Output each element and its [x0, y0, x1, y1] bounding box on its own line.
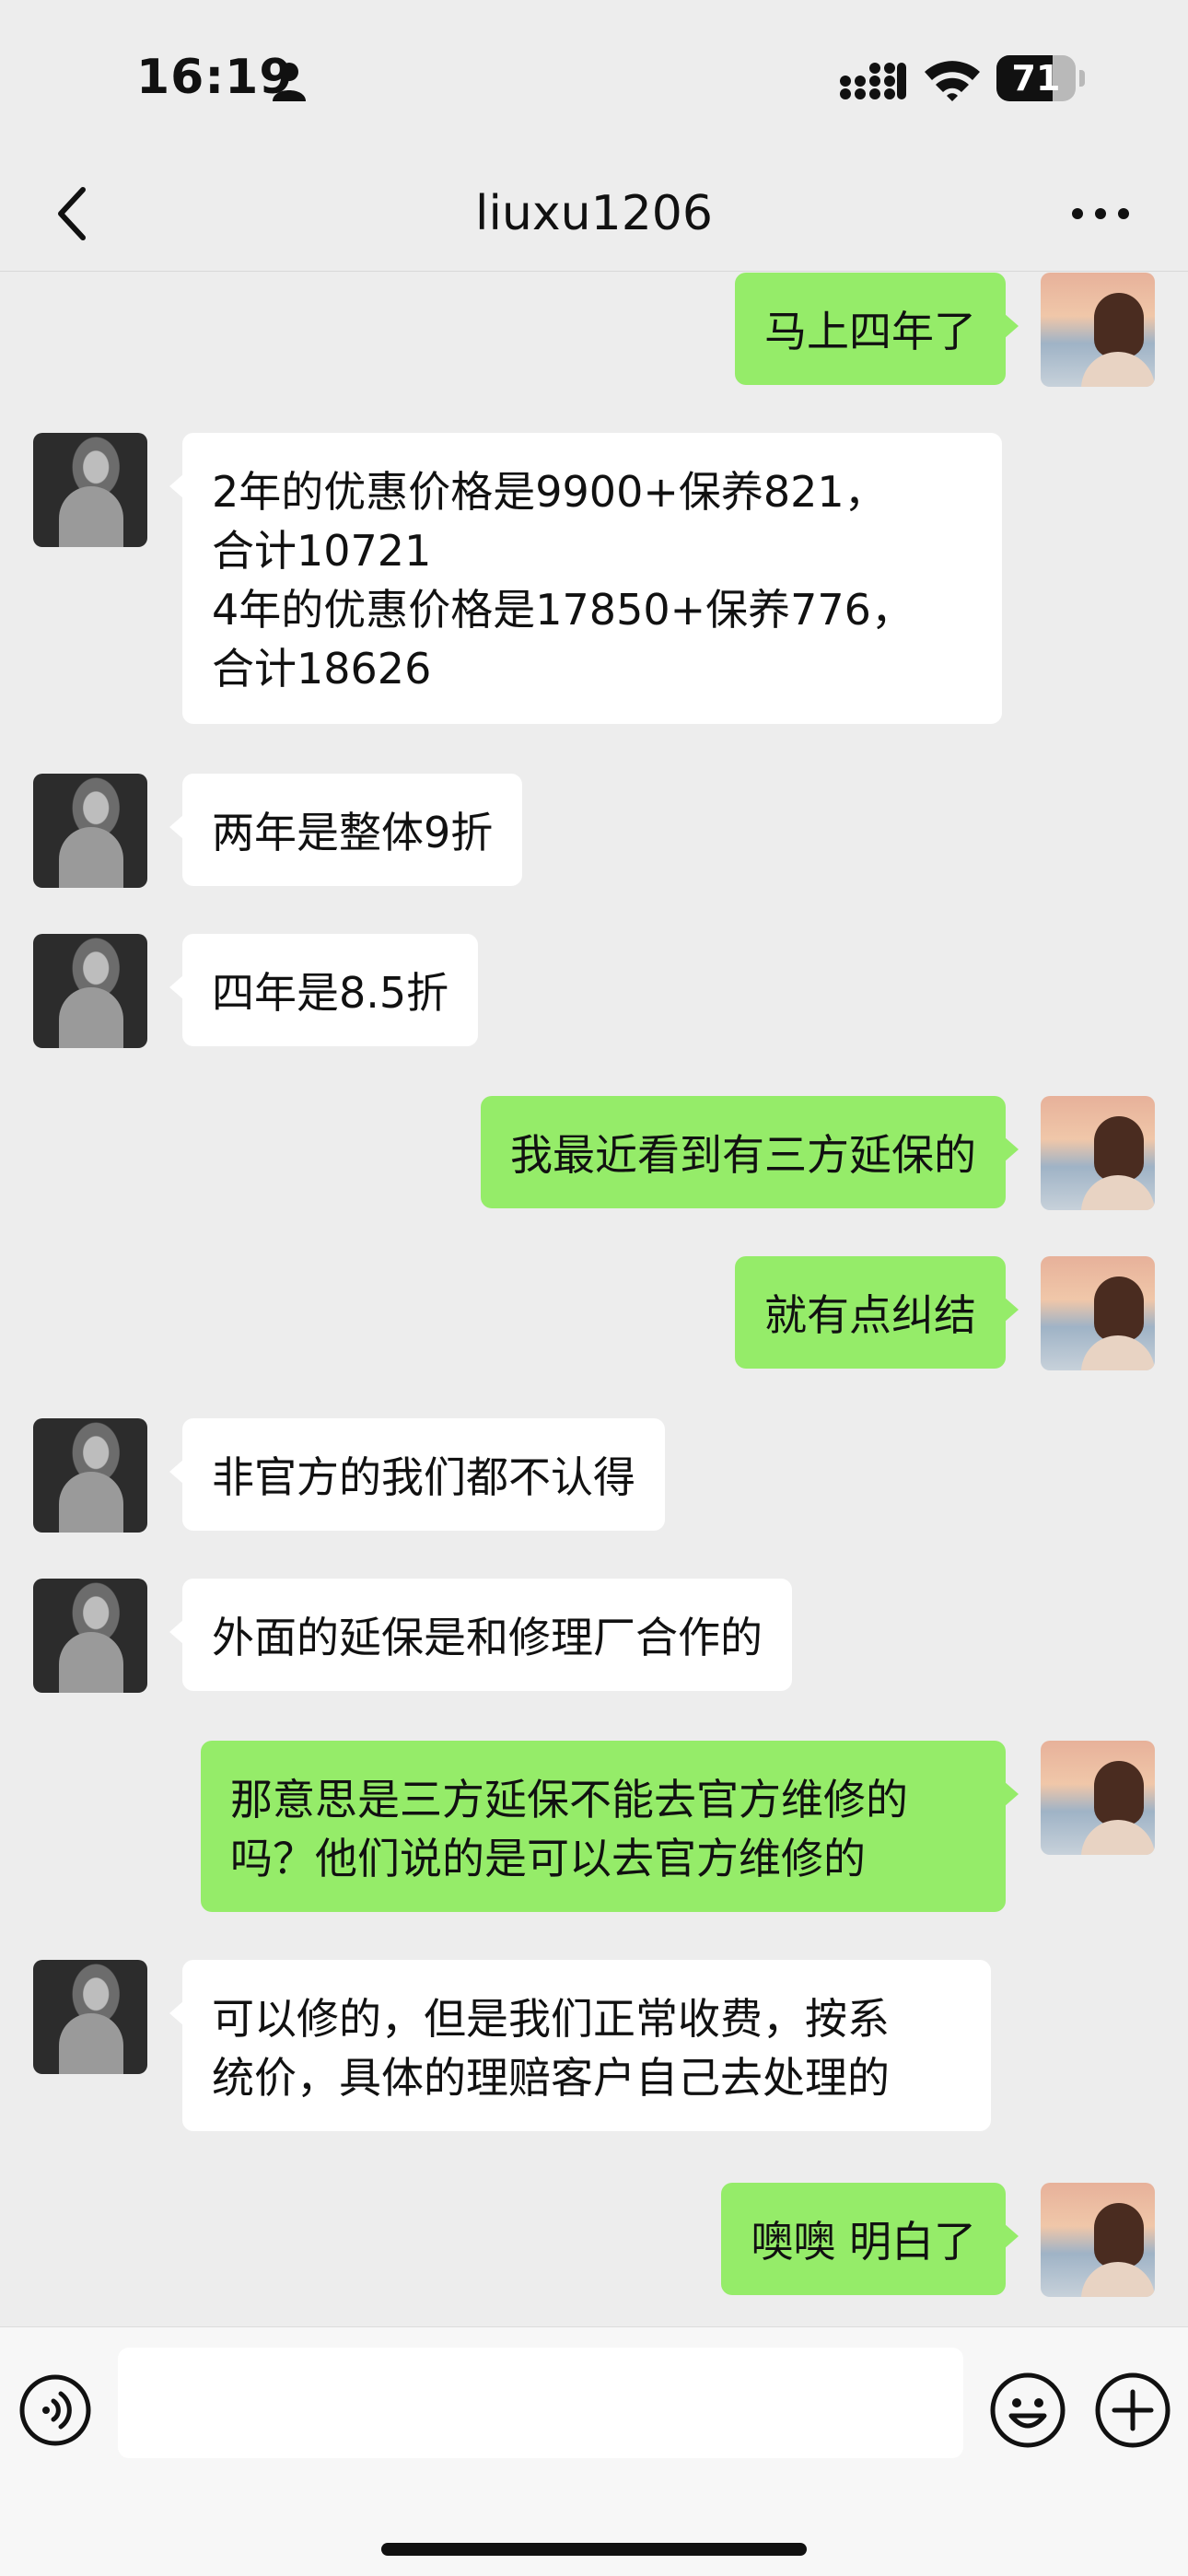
outgoing-message-bubble[interactable]: 那意思是三方延保不能去官方维修的 吗？他们说的是可以去官方维修的 [201, 1741, 1019, 1912]
input-bar [0, 2326, 1188, 2576]
message-row: 那意思是三方延保不能去官方维修的 吗？他们说的是可以去官方维修的 [0, 1741, 1188, 1912]
contact-avatar[interactable] [33, 433, 147, 547]
message-row: 四年是8.5折 [0, 934, 1188, 1048]
contact-avatar[interactable] [33, 1418, 147, 1533]
my-avatar[interactable] [1041, 2183, 1155, 2297]
message-row: 噢噢 明白了 [0, 2183, 1188, 2297]
my-avatar[interactable] [1041, 1741, 1155, 1855]
signal-icon [840, 63, 906, 99]
wifi-icon [925, 61, 980, 101]
message-row: 可以修的，但是我们正常收费，按系 统价，具体的理赔客户自己去处理的 [0, 1960, 1188, 2131]
outgoing-message-bubble[interactable]: 噢噢 明白了 [721, 2183, 1019, 2295]
home-indicator [381, 2543, 807, 2556]
incoming-message-bubble[interactable]: 外面的延保是和修理厂合作的 [169, 1579, 792, 1691]
voice-icon[interactable] [18, 2373, 92, 2447]
message-row: 就有点纠结 [0, 1256, 1188, 1370]
contact-avatar[interactable] [33, 1579, 147, 1693]
message-input[interactable] [118, 2348, 963, 2458]
message-row: 马上四年了 [0, 273, 1188, 387]
contact-avatar[interactable] [33, 774, 147, 888]
incoming-message-bubble[interactable]: 两年是整体9折 [169, 774, 523, 886]
outgoing-message-bubble[interactable]: 我最近看到有三方延保的 [481, 1096, 1019, 1208]
incoming-message-bubble[interactable]: 非官方的我们都不认得 [169, 1418, 665, 1531]
outgoing-message-bubble[interactable]: 就有点纠结 [735, 1256, 1019, 1369]
person-icon [273, 63, 306, 101]
chat-header: liuxu1206 [0, 157, 1188, 272]
incoming-message-bubble[interactable]: 四年是8.5折 [169, 934, 479, 1046]
message-list[interactable]: 马上四年了 2年的优惠价格是9900+保养821， 合计10721 4年的优惠价… [0, 273, 1188, 2326]
contact-avatar[interactable] [33, 934, 147, 1048]
emoji-icon[interactable] [989, 2372, 1066, 2449]
battery-cap [1079, 70, 1085, 87]
my-avatar[interactable] [1041, 1256, 1155, 1370]
chat-title: liuxu1206 [475, 186, 713, 241]
incoming-message-bubble[interactable]: 2年的优惠价格是9900+保养821， 合计10721 4年的优惠价格是1785… [169, 433, 1002, 724]
add-icon[interactable] [1094, 2372, 1171, 2449]
more-options-icon[interactable] [1068, 197, 1133, 230]
status-bar: 16:19 71 [0, 0, 1188, 157]
message-row: 外面的延保是和修理厂合作的 [0, 1579, 1188, 1693]
status-time: 16:19 [136, 50, 294, 105]
message-row: 2年的优惠价格是9900+保养821， 合计10721 4年的优惠价格是1785… [0, 433, 1188, 724]
my-avatar[interactable] [1041, 273, 1155, 387]
outgoing-message-bubble[interactable]: 马上四年了 [735, 273, 1019, 385]
battery-level: 71 [1011, 58, 1061, 99]
battery-indicator: 71 [996, 55, 1085, 103]
battery-body: 71 [996, 55, 1076, 101]
message-row: 我最近看到有三方延保的 [0, 1096, 1188, 1210]
incoming-message-bubble[interactable]: 可以修的，但是我们正常收费，按系 统价，具体的理赔客户自己去处理的 [169, 1960, 991, 2131]
contact-avatar[interactable] [33, 1960, 147, 2074]
my-avatar[interactable] [1041, 1096, 1155, 1210]
message-row: 两年是整体9折 [0, 774, 1188, 888]
message-row: 非官方的我们都不认得 [0, 1418, 1188, 1533]
